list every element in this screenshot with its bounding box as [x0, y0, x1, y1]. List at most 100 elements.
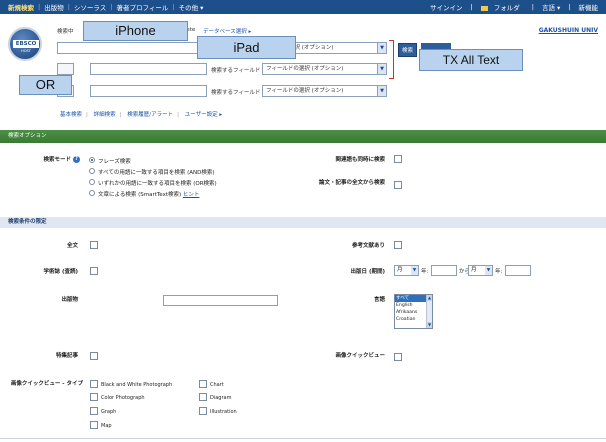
diagram-checkbox[interactable]	[199, 393, 207, 401]
advanced-search-link[interactable]: 詳細検索	[94, 112, 116, 118]
language-label: 言語	[373, 297, 385, 303]
limit-results-bar: 検索条件の限定	[0, 217, 606, 228]
nav-new-search[interactable]: 新規検索	[4, 2, 38, 12]
ebsco-host-logo: EBSCO HOST	[8, 27, 42, 61]
nav-thesaurus[interactable]: シソーラス	[70, 2, 110, 12]
related-words-checkbox[interactable]	[394, 155, 402, 163]
chevron-down-icon: ▼	[485, 266, 492, 275]
search-button[interactable]: 検索	[398, 43, 417, 57]
related-words-label: 関連語も同時に検索	[335, 157, 385, 163]
nav-more[interactable]: その他 ▾	[175, 2, 208, 12]
publication-input[interactable]	[163, 295, 278, 306]
fulltext-search-label: 論文・記事の全文から検索	[318, 180, 385, 186]
fulltext-search-checkbox[interactable]	[394, 181, 402, 189]
year-to-label: 年:	[495, 269, 503, 275]
search-input-2[interactable]	[90, 63, 207, 75]
user-settings-link[interactable]: ユーザー設定 ▸	[185, 112, 222, 118]
search-options-bar[interactable]: 検索オプション	[0, 130, 606, 143]
nav-publications[interactable]: 出版物	[40, 2, 68, 12]
field-select-2[interactable]: フィールドの選択 (オプション) ▼	[262, 63, 387, 75]
map-checkbox[interactable]	[90, 421, 98, 429]
peer-reviewed-checkbox[interactable]	[90, 267, 98, 275]
link-separator: |	[119, 112, 122, 118]
publication-label: 出版物	[61, 297, 78, 303]
boolean-operator-select-2[interactable]	[57, 63, 74, 75]
choose-databases-link[interactable]: データベース選択 ▸	[203, 27, 251, 35]
language-menu[interactable]: 言語 ▾	[538, 2, 564, 12]
fulltext-label: 全文	[66, 243, 78, 249]
nav-separator: |	[531, 3, 534, 11]
searching-label: 検索中	[57, 29, 74, 35]
graph-label: Graph	[101, 409, 117, 415]
search-mode-label: 検索モード?	[20, 155, 80, 163]
chart-checkbox[interactable]	[199, 380, 207, 388]
radio-phrase-label: フレーズ検索	[98, 159, 131, 165]
bottom-divider	[0, 438, 606, 439]
chart-label: Chart	[210, 382, 224, 388]
illustration-label: Illustration	[210, 409, 237, 415]
nav-author-profile[interactable]: 著者プロフィール	[112, 2, 172, 12]
sign-in-link[interactable]: サインイン	[426, 2, 467, 12]
callout-tx-all-text: TX All Text	[419, 49, 523, 71]
radio-or[interactable]	[89, 179, 95, 185]
radio-and[interactable]	[89, 168, 95, 174]
special-issue-checkbox[interactable]	[90, 352, 98, 360]
red-bracket-annotation	[389, 40, 394, 79]
scroll-down-icon[interactable]: ▼	[427, 322, 432, 328]
folder-link[interactable]: フォルダ	[477, 2, 528, 12]
search-input-1[interactable]	[57, 42, 207, 54]
field-select-3-value: フィールドの選択 (オプション)	[266, 88, 344, 94]
institution-name: GAKUSHUIN UNIV	[538, 27, 598, 34]
field-select-3[interactable]: フィールドの選択 (オプション) ▼	[262, 85, 387, 97]
field-select-2-value: フィールドの選択 (オプション)	[266, 66, 344, 72]
year-from-input[interactable]	[431, 265, 457, 276]
image-quick-view-label: 画像クイックビュー	[335, 353, 385, 359]
month-to-select[interactable]: 月 ▼	[468, 265, 493, 276]
search-history-link[interactable]: 検索履歴/アラート	[127, 112, 173, 118]
year-from-label: 年:	[421, 269, 429, 275]
callout-or: OR	[19, 75, 72, 95]
link-separator: |	[177, 112, 179, 118]
peer-reviewed-label: 学術誌 (査読)	[43, 269, 78, 275]
link-separator: |	[86, 112, 88, 118]
language-listbox[interactable]: すべて English Afrikaans Croatian ▲ ▼	[394, 294, 433, 329]
callout-ipad: iPad	[197, 36, 296, 59]
pubdate-label: 出版日 (期間)	[350, 269, 385, 275]
nav-separator: |	[568, 3, 571, 11]
radio-or-label: いずれかの用語に一致する項目を検索 (OR検索)	[98, 181, 217, 187]
graph-checkbox[interactable]	[90, 407, 98, 415]
callout-iphone: iPhone	[83, 21, 188, 41]
chevron-down-icon: ▼	[377, 64, 386, 74]
scroll-up-icon[interactable]: ▲	[427, 295, 432, 301]
new-features-link[interactable]: 新機能	[575, 2, 603, 12]
radio-phrase[interactable]	[89, 157, 95, 163]
month-from-select[interactable]: 月 ▼	[394, 265, 419, 276]
references-checkbox[interactable]	[394, 241, 402, 249]
smarttext-text: 文章による検索 (SmartText検索)	[98, 192, 182, 198]
color-photo-checkbox[interactable]	[90, 393, 98, 401]
color-photo-label: Color Photograph	[101, 395, 145, 401]
folder-label: フォルダ	[493, 4, 520, 12]
radio-smarttext-label: 文章による検索 (SmartText検索) ヒント	[98, 190, 199, 198]
chevron-down-icon: ▼	[377, 43, 386, 53]
logo-brand: EBSCO	[13, 40, 39, 48]
radio-smarttext[interactable]	[89, 190, 95, 196]
help-icon[interactable]: ?	[73, 156, 80, 163]
bw-photo-checkbox[interactable]	[90, 380, 98, 388]
image-types-label: 画像クイックビュー - タイプ	[10, 381, 83, 387]
search-mode-links: 基本検索 | 詳細検索 | 検索履歴/アラート | ユーザー設定 ▸	[60, 110, 226, 118]
fulltext-checkbox[interactable]	[90, 241, 98, 249]
year-to-input[interactable]	[505, 265, 531, 276]
basic-search-link[interactable]: 基本検索	[60, 112, 82, 118]
top-toolbar: 新規検索 | 出版物 | シソーラス | 著者プロフィール | その他 ▾ サイ…	[0, 0, 606, 14]
top-nav: 新規検索 | 出版物 | シソーラス | 著者プロフィール | その他 ▾	[0, 2, 207, 12]
field-label-2: 検索するフィールド	[211, 68, 261, 74]
nav-separator: |	[470, 3, 473, 11]
illustration-checkbox[interactable]	[199, 407, 207, 415]
month-to-value: 月	[471, 267, 477, 273]
top-right-nav: サインイン | フォルダ | 言語 ▾ | 新機能	[426, 2, 606, 12]
listbox-scrollbar[interactable]: ▲ ▼	[426, 295, 432, 328]
search-input-3[interactable]	[90, 85, 207, 97]
image-quick-view-checkbox[interactable]	[394, 353, 402, 361]
hint-link[interactable]: ヒント	[183, 192, 200, 198]
